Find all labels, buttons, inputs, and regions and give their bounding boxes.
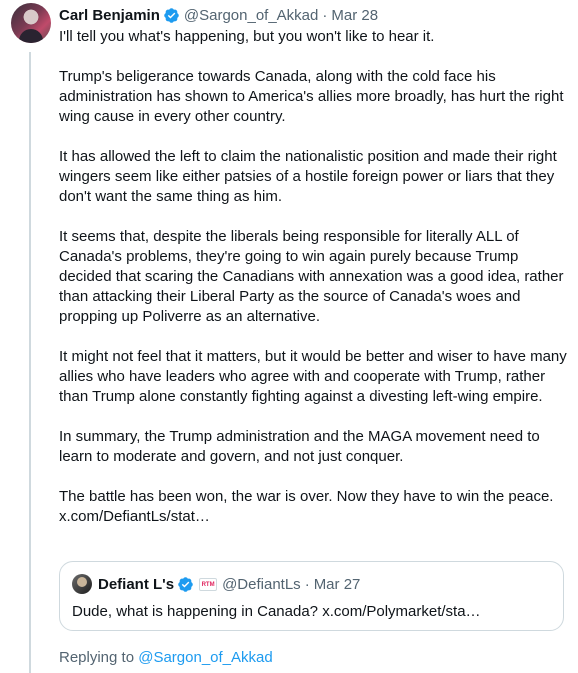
tweet-paragraph: It has allowed the left to claim the nat… <box>59 148 557 205</box>
author-avatar[interactable] <box>11 3 51 43</box>
tweet-text: I'll tell you what's happening, but you … <box>59 27 569 527</box>
affiliate-badge-icon[interactable]: RTM <box>199 577 218 591</box>
header-separator: · <box>322 6 328 24</box>
tweet-paragraph: In summary, the Trump administration and… <box>59 428 540 465</box>
tweet-date[interactable]: Mar 28 <box>331 7 378 24</box>
quoted-header-separator: · <box>304 575 310 593</box>
thread-line <box>29 52 31 673</box>
quoted-tweet-body: Dude, what is happening in Canada? <box>72 603 323 620</box>
tweet-paragraph: Trump's beligerance towards Canada, alon… <box>59 68 564 125</box>
tweet-paragraph: I'll tell you what's happening, but you … <box>59 28 435 45</box>
quoted-author-avatar[interactable] <box>72 574 92 594</box>
replying-to-label: Replying to <box>59 649 139 666</box>
tweet-link[interactable]: x.com/DefiantLs/stat… <box>59 508 210 525</box>
tweet-paragraph: It seems that, despite the liberals bein… <box>59 228 564 325</box>
quoted-tweet-date[interactable]: Mar 27 <box>314 576 361 593</box>
author-name[interactable]: Carl Benjamin <box>59 7 160 24</box>
quoted-tweet-header: Defiant L's RTM @DefiantLs · Mar 27 <box>72 574 360 594</box>
verified-badge-icon[interactable] <box>177 576 194 593</box>
tweet-paragraph-closing: The battle has been won, the war is over… <box>59 487 569 527</box>
quoted-tweet-link[interactable]: x.com/Polymarket/sta… <box>322 603 480 620</box>
tweet-closing-text: The battle has been won, the war is over… <box>59 488 554 505</box>
verified-badge-icon[interactable] <box>163 7 180 24</box>
quoted-tweet[interactable]: Defiant L's RTM @DefiantLs · Mar 27 Dude… <box>59 561 564 631</box>
quoted-tweet-text: Dude, what is happening in Canada? x.com… <box>72 602 481 622</box>
replying-to-handle[interactable]: @Sargon_of_Akkad <box>138 649 272 666</box>
tweet-header: Carl Benjamin @Sargon_of_Akkad · Mar 28 <box>59 5 378 25</box>
replying-to: Replying to @Sargon_of_Akkad <box>59 648 273 668</box>
tweet-paragraph: It might not feel that it matters, but i… <box>59 348 567 405</box>
author-handle[interactable]: @Sargon_of_Akkad <box>184 7 318 24</box>
quoted-author-handle[interactable]: @DefiantLs <box>222 576 301 593</box>
quoted-author-name[interactable]: Defiant L's <box>98 576 174 593</box>
